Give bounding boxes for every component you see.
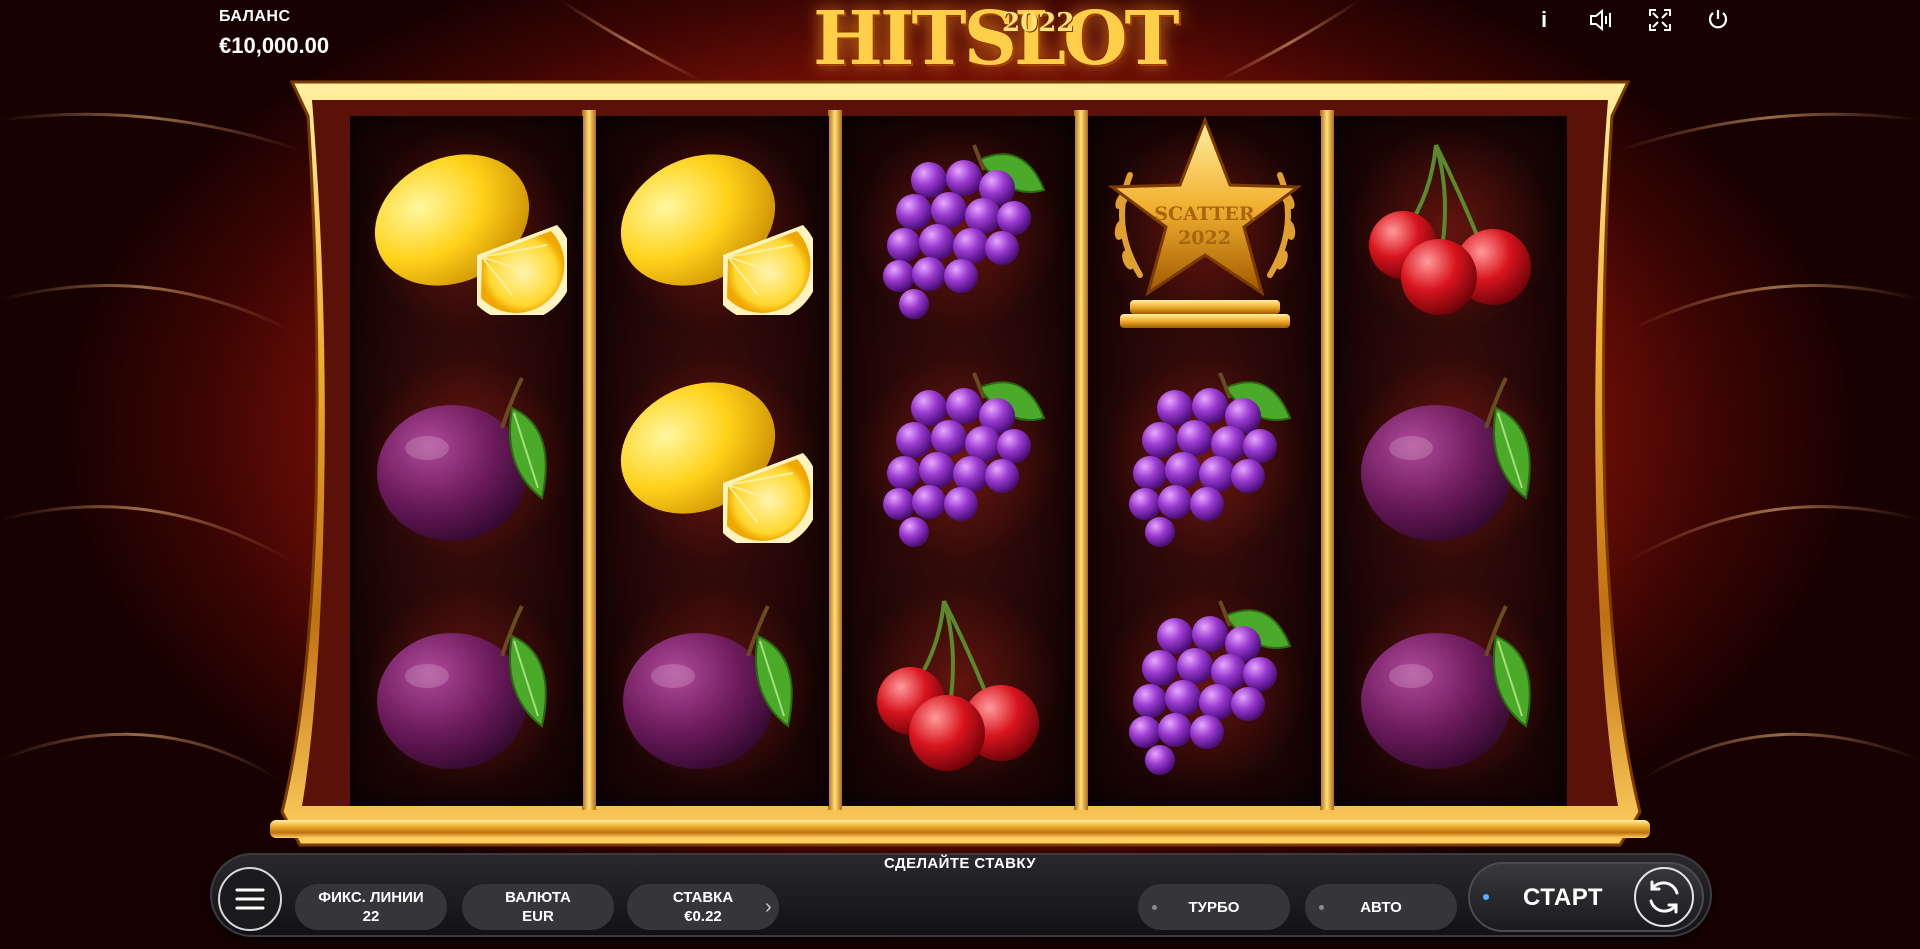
turbo-toggle[interactable]: ТУРБО bbox=[1138, 884, 1290, 930]
scatter-line1: SCATTER bbox=[1154, 203, 1255, 225]
symbol-grapes bbox=[842, 116, 1075, 344]
hamburger-icon bbox=[235, 888, 265, 910]
bet-value: €0.22 bbox=[684, 908, 722, 925]
auto-indicator bbox=[1319, 905, 1324, 910]
symbol-cherry bbox=[842, 572, 1075, 800]
symbol-plum bbox=[1334, 344, 1567, 572]
fixed-lines-value: 22 bbox=[362, 908, 380, 925]
symbol-lemon bbox=[596, 344, 829, 572]
menu-button[interactable] bbox=[218, 867, 282, 931]
bet-label: СТАВКА bbox=[672, 889, 734, 906]
bet-button[interactable]: СТАВКА €0.22 bbox=[627, 884, 779, 930]
symbol-scatter: SCATTER 2022 bbox=[1088, 115, 1321, 344]
symbol-plum bbox=[1334, 572, 1567, 800]
symbol-plum bbox=[350, 344, 583, 572]
currency-value: EUR bbox=[522, 908, 554, 925]
currency-label: ВАЛЮТА bbox=[505, 889, 571, 906]
scatter-text: SCATTER 2022 bbox=[1088, 202, 1321, 250]
turbo-indicator bbox=[1152, 905, 1157, 910]
start-indicator bbox=[1483, 894, 1489, 900]
chevron-right-icon[interactable]: › bbox=[765, 896, 772, 919]
symbol-grapes bbox=[1088, 344, 1321, 572]
symbol-lemon bbox=[596, 116, 829, 344]
symbol-plum bbox=[596, 572, 829, 800]
reel-3 bbox=[842, 116, 1075, 806]
currency-button[interactable]: ВАЛЮТА EUR bbox=[462, 884, 614, 930]
symbol-cherry bbox=[1334, 116, 1567, 344]
start-button[interactable]: СТАРТ bbox=[1468, 862, 1704, 932]
fixed-lines-label: ФИКС. ЛИНИИ bbox=[318, 889, 424, 906]
turbo-label: ТУРБО bbox=[1188, 898, 1240, 916]
symbol-plum bbox=[350, 572, 583, 800]
reel-1 bbox=[350, 116, 583, 806]
fixed-lines-button[interactable]: ФИКС. ЛИНИИ 22 bbox=[295, 884, 447, 930]
spin-icon[interactable] bbox=[1634, 867, 1694, 927]
auto-button[interactable]: АВТО bbox=[1305, 884, 1457, 930]
symbol-grapes bbox=[842, 344, 1075, 572]
start-label: СТАРТ bbox=[1523, 884, 1604, 911]
reel-4: SCATTER 2022 bbox=[1088, 115, 1321, 806]
auto-label: АВТО bbox=[1360, 898, 1402, 916]
symbol-lemon bbox=[350, 116, 583, 344]
reel-2 bbox=[596, 116, 829, 806]
scatter-line2: 2022 bbox=[1178, 227, 1231, 249]
symbol-grapes bbox=[1088, 572, 1321, 800]
reel-5 bbox=[1334, 116, 1567, 806]
